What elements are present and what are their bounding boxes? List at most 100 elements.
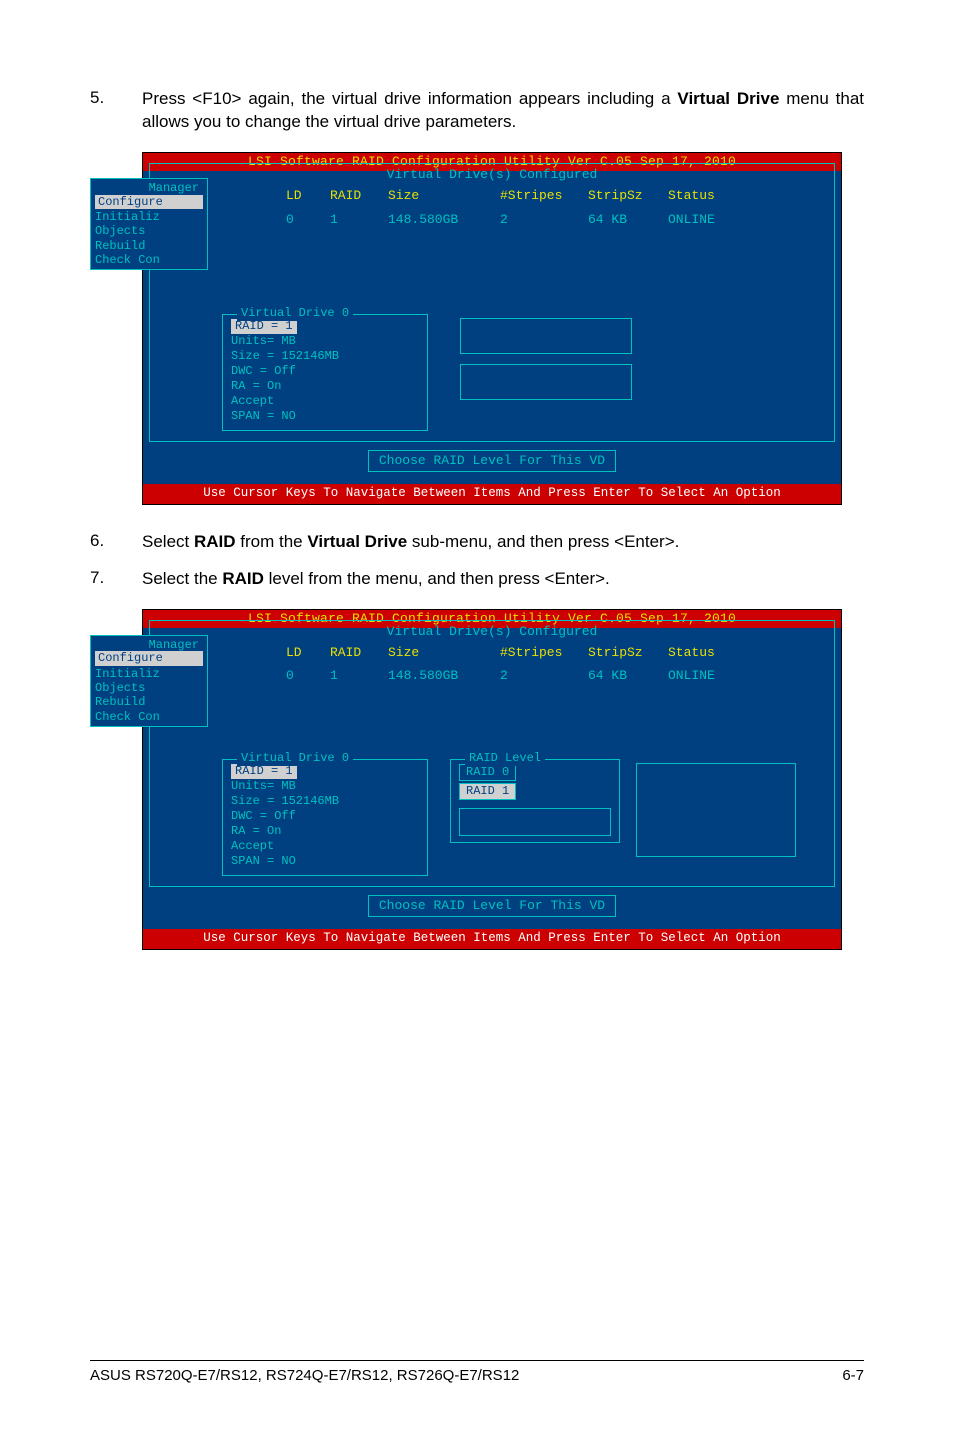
step-number: 7. bbox=[90, 568, 142, 591]
menu-header: Manager bbox=[95, 181, 203, 195]
col-stripsz: StripSz bbox=[588, 645, 668, 661]
submenu-title: Virtual Drive 0 bbox=[237, 751, 353, 766]
preview-box bbox=[460, 318, 632, 354]
submenu-item[interactable]: Units= MB bbox=[231, 779, 419, 794]
raid-level-item[interactable]: RAID 0 bbox=[459, 764, 516, 781]
submenu-item[interactable]: SPAN = NO bbox=[231, 854, 419, 869]
menu-item[interactable]: Rebuild bbox=[95, 239, 203, 253]
bios-prompt-row: Choose RAID Level For This VD bbox=[149, 450, 835, 472]
bios-footer: Use Cursor Keys To Navigate Between Item… bbox=[143, 929, 841, 949]
submenu-item-selected[interactable]: RAID = 1 bbox=[231, 764, 297, 779]
col-size: Size bbox=[388, 188, 500, 204]
cell: 1 bbox=[330, 212, 388, 228]
step-text: Select the RAID level from the menu, and… bbox=[142, 568, 864, 591]
step-7: 7. Select the RAID level from the menu, … bbox=[90, 568, 864, 591]
text: Press <F10> again, the virtual drive inf… bbox=[142, 89, 677, 108]
bios-left-menu[interactable]: Manager Configure Initializ Objects Rebu… bbox=[90, 178, 208, 270]
menu-item[interactable]: Objects bbox=[95, 681, 203, 695]
cell: 2 bbox=[500, 668, 588, 684]
virtual-drive-submenu[interactable]: Virtual Drive 0 RAID = 1 Units= MB Size … bbox=[222, 759, 428, 876]
menu-item[interactable]: Check Con bbox=[95, 253, 203, 267]
cell: 64 KB bbox=[588, 668, 668, 684]
cell: 2 bbox=[500, 212, 588, 228]
cell: 148.580GB bbox=[388, 668, 500, 684]
submenu-item[interactable]: DWC = Off bbox=[231, 364, 419, 379]
menu-item[interactable]: Initializ bbox=[95, 210, 203, 224]
page-footer: ASUS RS720Q-E7/RS12, RS724Q-E7/RS12, RS7… bbox=[90, 1360, 864, 1384]
step-number: 6. bbox=[90, 531, 142, 554]
vd-table-header: LD RAID Size #Stripes StripSz Status bbox=[156, 642, 828, 667]
submenu-item[interactable]: SPAN = NO bbox=[231, 409, 419, 424]
submenu-title: Virtual Drive 0 bbox=[237, 306, 353, 321]
submenu-item[interactable]: RA = On bbox=[231, 824, 419, 839]
cell: 64 KB bbox=[588, 212, 668, 228]
bold: RAID bbox=[222, 569, 264, 588]
cell: ONLINE bbox=[668, 668, 758, 684]
preview-box bbox=[460, 364, 632, 400]
cell: ONLINE bbox=[668, 212, 758, 228]
text: Select bbox=[142, 532, 194, 551]
step-text: Select RAID from the Virtual Drive sub-m… bbox=[142, 531, 864, 554]
menu-item-selected[interactable]: Configure bbox=[95, 195, 203, 209]
preview-box bbox=[636, 763, 796, 857]
text: sub-menu, and then press <Enter>. bbox=[407, 532, 679, 551]
step-6: 6. Select RAID from the Virtual Drive su… bbox=[90, 531, 864, 554]
bios-footer: Use Cursor Keys To Navigate Between Item… bbox=[143, 484, 841, 504]
menu-item-selected[interactable]: Configure bbox=[95, 651, 203, 665]
vd-table-header: LD RAID Size #Stripes StripSz Status bbox=[156, 185, 828, 210]
step-text: Press <F10> again, the virtual drive inf… bbox=[142, 88, 864, 134]
col-status: Status bbox=[668, 188, 758, 204]
text: level from the menu, and then press <Ent… bbox=[264, 569, 610, 588]
menu-item[interactable]: Check Con bbox=[95, 710, 203, 724]
submenu-item[interactable]: DWC = Off bbox=[231, 809, 419, 824]
bios-subtitle: Virtual Drive(s) Configured bbox=[156, 624, 828, 642]
preview-boxes bbox=[460, 308, 632, 400]
bios-prompt-row: Choose RAID Level For This VD bbox=[149, 895, 835, 917]
submenu-item[interactable]: Units= MB bbox=[231, 334, 419, 349]
col-size: Size bbox=[388, 645, 500, 661]
submenu-item[interactable]: Size = 152146MB bbox=[231, 349, 419, 364]
raid-level-item-selected[interactable]: RAID 1 bbox=[459, 783, 516, 800]
document-page: 5. Press <F10> again, the virtual drive … bbox=[0, 0, 954, 1438]
submenu-item[interactable]: Accept bbox=[231, 394, 419, 409]
bios-prompt: Choose RAID Level For This VD bbox=[368, 450, 616, 472]
col-stripsz: StripSz bbox=[588, 188, 668, 204]
footer-left: ASUS RS720Q-E7/RS12, RS724Q-E7/RS12, RS7… bbox=[90, 1367, 519, 1384]
menu-item[interactable]: Initializ bbox=[95, 667, 203, 681]
bold: RAID bbox=[194, 532, 236, 551]
submenu-item[interactable]: RA = On bbox=[231, 379, 419, 394]
cell: 0 bbox=[286, 212, 330, 228]
text: from the bbox=[236, 532, 308, 551]
col-ld: LD bbox=[286, 188, 330, 204]
col-status: Status bbox=[668, 645, 758, 661]
menu-item[interactable]: Rebuild bbox=[95, 695, 203, 709]
preview-box bbox=[459, 808, 611, 836]
col-stripes: #Stripes bbox=[500, 188, 588, 204]
bios-subtitle: Virtual Drive(s) Configured bbox=[156, 167, 828, 185]
instruction-list: 5. Press <F10> again, the virtual drive … bbox=[90, 88, 864, 134]
virtual-drive-submenu[interactable]: Virtual Drive 0 RAID = 1 Units= MB Size … bbox=[222, 314, 428, 431]
col-raid: RAID bbox=[330, 645, 388, 661]
bios-prompt: Choose RAID Level For This VD bbox=[368, 895, 616, 917]
step-5: 5. Press <F10> again, the virtual drive … bbox=[90, 88, 864, 134]
bios-left-menu[interactable]: Manager Configure Initializ Objects Rebu… bbox=[90, 635, 208, 727]
bold: Virtual Drive bbox=[307, 532, 407, 551]
cell: 148.580GB bbox=[388, 212, 500, 228]
footer-right: 6-7 bbox=[842, 1367, 864, 1384]
cell: 0 bbox=[286, 668, 330, 684]
menu-item[interactable]: Objects bbox=[95, 224, 203, 238]
cell: 1 bbox=[330, 668, 388, 684]
col-ld: LD bbox=[286, 645, 330, 661]
submenu-item[interactable]: Size = 152146MB bbox=[231, 794, 419, 809]
vd-table-row: 0 1 148.580GB 2 64 KB ONLINE bbox=[156, 667, 828, 684]
bios-screenshot-2: LSI Software RAID Configuration Utility … bbox=[142, 609, 864, 950]
instruction-list-2: 6. Select RAID from the Virtual Drive su… bbox=[90, 531, 864, 591]
submenu-item[interactable]: Accept bbox=[231, 839, 419, 854]
submenu-item-selected[interactable]: RAID = 1 bbox=[231, 319, 297, 334]
virtual-drive-bold: Virtual Drive bbox=[677, 89, 779, 108]
step-number: 5. bbox=[90, 88, 142, 134]
col-stripes: #Stripes bbox=[500, 645, 588, 661]
text: Select the bbox=[142, 569, 222, 588]
bios-screenshot-1: LSI Software RAID Configuration Utility … bbox=[142, 152, 864, 505]
raid-level-menu[interactable]: RAID Level RAID 0 RAID 1 bbox=[450, 759, 620, 843]
